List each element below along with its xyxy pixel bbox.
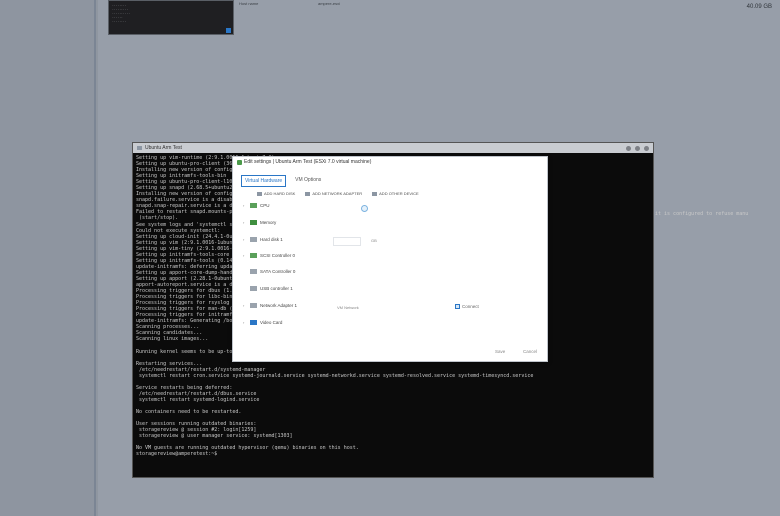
chevron-right-icon: ›: [243, 220, 245, 225]
left-strip: [0, 0, 96, 516]
console-title: Ubuntu Arm Test: [145, 145, 182, 151]
fullscreen-icon[interactable]: [635, 145, 640, 151]
add-network-adapter-button[interactable]: ADD NETWORK ADAPTER: [305, 191, 362, 196]
console-controls: [626, 145, 649, 151]
chevron-right-icon: ›: [243, 237, 245, 242]
thumbnail-console-icon[interactable]: [226, 28, 231, 33]
network-adapter-icon: [250, 303, 257, 308]
hw-row-scsi[interactable]: › SCSI Controller 0: [243, 253, 295, 258]
cancel-button[interactable]: Cancel: [523, 349, 537, 354]
chevron-right-icon: ›: [243, 303, 245, 308]
sata-icon: [250, 269, 257, 274]
dialog-title: Edit settings | Ubuntu Arm Test (ESXi 7.…: [237, 159, 371, 165]
vm-settings-icon: [237, 159, 242, 165]
host-value: ampere-esxi: [318, 1, 341, 6]
host-label: Host name: [239, 1, 259, 6]
edit-settings-dialog: Edit settings | Ubuntu Arm Test (ESXi 7.…: [232, 156, 548, 362]
hw-row-video[interactable]: › Video Card: [243, 320, 282, 325]
hw-row-sata: SATA Controller 0: [243, 269, 295, 274]
vm-icon: [137, 146, 142, 150]
memory-icon: [250, 220, 257, 225]
hw-row-hard-disk[interactable]: › Hard disk 1: [243, 237, 283, 242]
video-card-icon: [250, 320, 257, 325]
controller-icon: [250, 253, 257, 258]
checkbox-checked-icon: [455, 304, 460, 309]
hardware-toolbar: ADD HARD DISK ADD NETWORK ADAPTER ADD OT…: [257, 191, 419, 196]
terminal-line: storagereview@amperetest:~$: [136, 451, 218, 458]
save-button[interactable]: Save: [495, 349, 505, 354]
device-icon: [372, 191, 378, 196]
hw-row-cpu[interactable]: › CPU: [243, 203, 270, 208]
disk-icon: [257, 191, 262, 196]
network-icon: [305, 191, 311, 196]
add-hard-disk-button[interactable]: ADD HARD DISK: [257, 191, 295, 196]
chevron-right-icon: ›: [243, 320, 245, 325]
usb-icon: [250, 286, 257, 291]
hw-row-network[interactable]: › Network Adapter 1: [243, 303, 297, 308]
keyboard-icon[interactable]: [626, 145, 631, 151]
capacity-value: 40.09 GB: [746, 4, 772, 10]
hw-row-memory[interactable]: › Memory: [243, 220, 276, 225]
tab-virtual-hardware[interactable]: Virtual Hardware: [241, 175, 287, 187]
hard-disk-icon: [250, 237, 257, 242]
close-icon[interactable]: [644, 145, 649, 151]
hard-disk-unit: GB: [371, 238, 377, 243]
terminal-overflow-text: it is configured to refuse manu: [655, 211, 749, 217]
console-titlebar: Ubuntu Arm Test: [133, 143, 653, 153]
hard-disk-size-input[interactable]: [333, 237, 361, 246]
dialog-tabs: Virtual Hardware VM Options: [241, 175, 324, 187]
hw-row-usb: USB controller 1: [243, 286, 293, 291]
chevron-right-icon: ›: [243, 203, 245, 208]
dialog-title-text: Edit settings | Ubuntu Arm Test (ESXi 7.…: [244, 159, 372, 165]
tab-vm-options[interactable]: VM Options: [292, 175, 324, 187]
console-thumbnail[interactable]: ........ ......... .......... ...... ...…: [108, 0, 234, 35]
cpu-icon: [250, 203, 257, 208]
thumbnail-text: ........ ......... .......... ...... ...…: [112, 3, 131, 23]
network-select[interactable]: VM Network: [337, 305, 359, 310]
add-other-device-button[interactable]: ADD OTHER DEVICE: [372, 191, 419, 196]
chevron-right-icon: ›: [243, 253, 245, 258]
loading-spinner-icon: [361, 205, 368, 212]
connect-checkbox[interactable]: Connect: [455, 304, 479, 309]
